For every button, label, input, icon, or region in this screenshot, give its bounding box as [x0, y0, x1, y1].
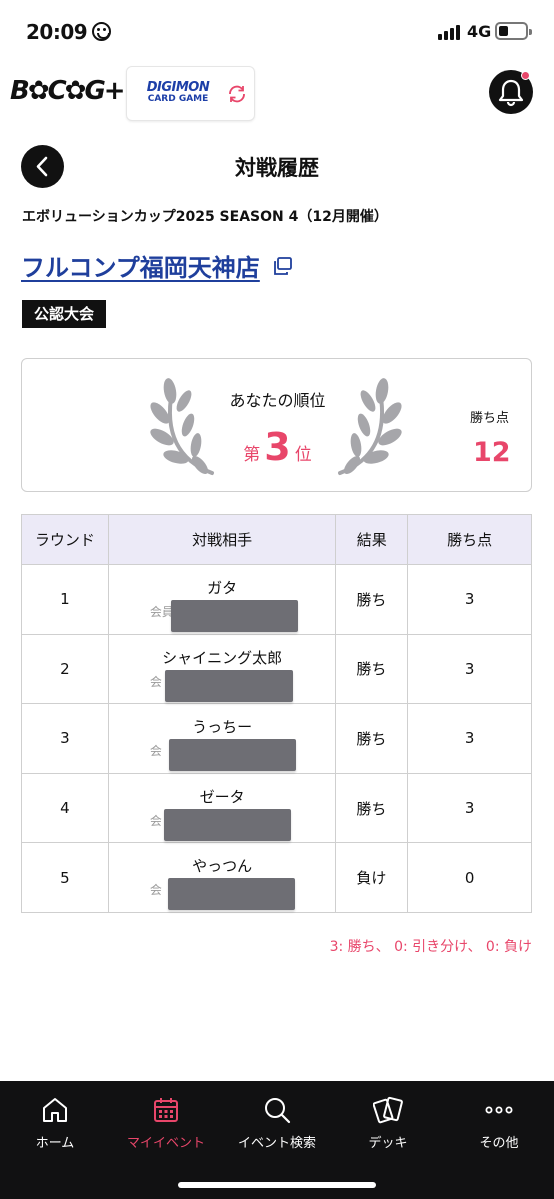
redaction-block [168, 739, 296, 772]
nav-label: その他 [479, 1136, 519, 1151]
search-icon [265, 1098, 291, 1124]
more-icon [485, 1106, 513, 1114]
nav-deck[interactable]: デッキ [333, 1081, 443, 1161]
opponent-name: ガタ [207, 579, 238, 597]
rank-value: 第3位 [22, 425, 533, 469]
opponent-cell: ゼータ 会 [107, 772, 337, 844]
nav-home[interactable]: ホーム [0, 1081, 110, 1161]
opponent-name: やっつん [192, 857, 253, 876]
result-cell: 勝ち [335, 772, 409, 844]
header-result: 結果 [335, 514, 409, 565]
digimon-logo: DIGIMON CARD GAME [146, 80, 210, 104]
nav-label: イベント検索 [237, 1136, 316, 1151]
opponent-cell: やっつん 会 [107, 842, 337, 913]
member-id-label: 会 [149, 883, 162, 898]
redaction-block [167, 878, 295, 911]
network-type: 4G [467, 22, 492, 41]
event-type-badge: 公認大会 [22, 300, 107, 328]
event-name: エボリューションカップ2025 SEASON 4（12月開催） [22, 209, 388, 225]
redaction-block [163, 808, 291, 841]
points-cell: 3 [407, 703, 532, 774]
round-cell: 5 [21, 842, 109, 913]
result-cell: 勝ち [335, 564, 409, 635]
cards-icon [373, 1096, 403, 1124]
table-header-row: ラウンド 対戦相手 結果 勝ち点 [21, 514, 532, 565]
opponent-cell: うっちー 会 [107, 703, 337, 774]
status-bar: 20:09 4G [0, 0, 554, 62]
rank-card: あなたの順位 第3位 勝ち点 12 [21, 358, 532, 492]
round-cell: 1 [21, 564, 109, 635]
table-row: 5 やっつん 会 負け 0 [21, 842, 532, 913]
opponent-cell: シャイニング太郎 会 [107, 633, 337, 705]
brand-logo[interactable]: B✿C✿G+ [10, 76, 126, 106]
points-cell: 0 [407, 842, 532, 913]
header-round: ラウンド [21, 514, 109, 565]
member-id-label: 会 [149, 813, 162, 828]
redaction-block [164, 669, 293, 702]
status-time: 20:09 [26, 20, 88, 44]
redaction-block [170, 600, 298, 632]
signal-icon [438, 24, 462, 40]
nav-my-events[interactable]: マイイベント [111, 1081, 221, 1161]
game-switcher[interactable]: DIGIMON CARD GAME [126, 66, 255, 121]
nav-label: ホーム [35, 1136, 75, 1151]
nav-label: デッキ [368, 1136, 408, 1151]
calendar-icon [154, 1098, 178, 1122]
points-label: 勝ち点 [470, 411, 510, 426]
result-cell: 勝ち [335, 703, 409, 774]
result-cell: 負け [335, 842, 409, 913]
external-link-icon[interactable] [272, 255, 294, 277]
app-header: B✿C✿G+ DIGIMON CARD GAME [0, 62, 554, 126]
battery-icon [495, 22, 532, 40]
home-indicator [178, 1182, 376, 1188]
table-row: 3 うっちー 会 勝ち 3 [21, 703, 532, 774]
home-icon [43, 1098, 67, 1122]
result-cell: 勝ち [335, 633, 409, 705]
nav-more[interactable]: その他 [444, 1081, 554, 1161]
table-row: 2 シャイニング太郎 会 勝ち 3 [21, 633, 532, 705]
header-opponent: 対戦相手 [107, 514, 337, 565]
member-id-label: 会 [149, 674, 162, 689]
rank-suffix: 位 [294, 445, 312, 465]
header-points: 勝ち点 [407, 514, 532, 565]
points-legend: 3: 勝ち、 0: 引き分け、 0: 負け [329, 939, 532, 955]
member-id-label: 会 [149, 744, 162, 759]
nav-label: マイイベント [126, 1136, 205, 1151]
smiley-icon [92, 22, 111, 41]
opponent-cell: ガタ 会員 [107, 564, 337, 635]
points-value: 12 [473, 437, 511, 468]
opponent-name: シャイニング太郎 [162, 648, 283, 667]
opponent-name: ゼータ [199, 787, 245, 806]
results-table: ラウンド 対戦相手 結果 勝ち点 1 ガタ 会員 勝ち 3 2 シャイニング太郎… [21, 514, 532, 913]
round-cell: 3 [21, 703, 109, 774]
notification-dot [521, 71, 530, 80]
round-cell: 2 [21, 633, 109, 705]
points-cell: 3 [407, 772, 532, 844]
nav-event-search[interactable]: イベント検索 [222, 1081, 332, 1161]
rank-label: あなたの順位 [229, 391, 326, 410]
table-row: 1 ガタ 会員 勝ち 3 [21, 564, 532, 635]
points-cell: 3 [407, 633, 532, 705]
store-link[interactable]: フルコンプ福岡天神店 [21, 248, 260, 283]
points-cell: 3 [407, 564, 532, 635]
table-row: 4 ゼータ 会 勝ち 3 [21, 772, 532, 844]
opponent-name: うっちー [192, 718, 253, 737]
page-title: 対戦履歴 [235, 156, 319, 180]
round-cell: 4 [21, 772, 109, 844]
rank-prefix: 第 [243, 445, 261, 465]
switch-icon [229, 85, 245, 103]
rank-number: 3 [264, 425, 291, 469]
